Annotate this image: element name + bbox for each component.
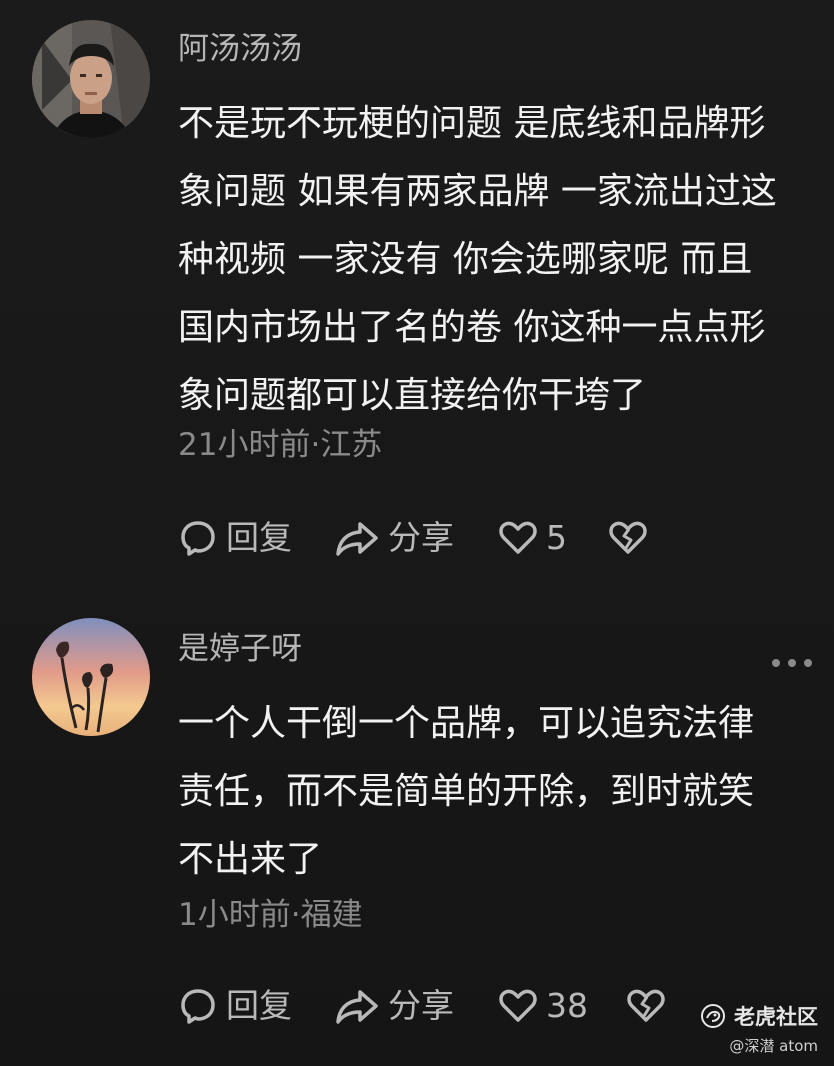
- comment-text-line: 不出来了: [178, 839, 323, 880]
- comment-text-line: 种视频 一家没有 你会选哪家呢 而且: [178, 239, 753, 280]
- dislike-button[interactable]: [608, 516, 658, 560]
- action-bar: 回复 分享 5: [178, 516, 658, 560]
- speech-bubble-icon: [178, 518, 218, 558]
- comment-text-line: 国内市场出了名的卷 你这种一点点形: [178, 307, 766, 348]
- comment-item: 阿汤汤汤 不是玩不玩梗的问题 是底线和品牌形 象问题 如果有两家品牌 一家流出过…: [0, 0, 834, 600]
- watermark: 老虎社区 @深潜 atom: [700, 1001, 818, 1056]
- speech-bubble-icon: [178, 986, 218, 1026]
- watermark-brand: 老虎社区: [734, 1005, 818, 1029]
- heart-icon: [498, 518, 538, 558]
- comment-text-line: 一个人干倒一个品牌，可以追究法律: [178, 703, 755, 744]
- comment-page: 阿汤汤汤 不是玩不玩梗的问题 是底线和品牌形 象问题 如果有两家品牌 一家流出过…: [0, 0, 834, 1066]
- share-arrow-icon: [334, 986, 380, 1026]
- comment-text-line: 责任，而不是简单的开除，到时就笑: [178, 771, 755, 812]
- comment-text: 一个人干倒一个品牌，可以追究法律 责任，而不是简单的开除，到时就笑 不出来了: [178, 690, 818, 894]
- action-bar: 回复 分享 38: [178, 984, 676, 1028]
- comment-text-line: 不是玩不玩梗的问题 是底线和品牌形: [178, 103, 766, 144]
- like-count: 38: [546, 986, 588, 1025]
- more-dots-icon[interactable]: [772, 656, 812, 670]
- watermark-handle: @深潜 atom: [729, 1037, 818, 1055]
- like-button[interactable]: 5: [498, 516, 608, 560]
- username[interactable]: 是婷子呀: [178, 630, 302, 668]
- watermark-brand-row: 老虎社区: [700, 1001, 818, 1031]
- share-button[interactable]: 分享: [334, 984, 498, 1028]
- reply-button[interactable]: 回复: [178, 516, 334, 560]
- reply-label: 回复: [226, 518, 292, 557]
- comment-meta: 1小时前·福建: [178, 897, 363, 933]
- more-dot: [788, 659, 796, 667]
- reply-label: 回复: [226, 986, 292, 1025]
- avatar[interactable]: [32, 618, 150, 736]
- more-dot: [772, 659, 780, 667]
- username[interactable]: 阿汤汤汤: [178, 30, 302, 68]
- share-label: 分享: [388, 986, 454, 1025]
- comment-text-line: 象问题都可以直接给你干垮了: [178, 375, 647, 416]
- comment-text: 不是玩不玩梗的问题 是底线和品牌形 象问题 如果有两家品牌 一家流出过这 种视频…: [178, 90, 818, 430]
- share-arrow-icon: [334, 518, 380, 558]
- share-label: 分享: [388, 518, 454, 557]
- comment-item: 是婷子呀 一个人干倒一个品牌，可以追究法律 责任，而不是简单的开除，到时就笑 不…: [0, 600, 834, 1066]
- like-count: 5: [546, 518, 567, 557]
- reply-button[interactable]: 回复: [178, 984, 334, 1028]
- dislike-button[interactable]: [626, 984, 676, 1028]
- avatar[interactable]: [32, 20, 150, 138]
- tiger-logo-icon: [700, 1003, 726, 1029]
- more-dot: [804, 659, 812, 667]
- comment-text-line: 象问题 如果有两家品牌 一家流出过这: [178, 171, 777, 212]
- heart-icon: [498, 986, 538, 1026]
- like-button[interactable]: 38: [498, 984, 626, 1028]
- comment-meta: 21小时前·江苏: [178, 427, 383, 463]
- share-button[interactable]: 分享: [334, 516, 498, 560]
- broken-heart-icon: [626, 986, 666, 1026]
- broken-heart-icon: [608, 518, 648, 558]
